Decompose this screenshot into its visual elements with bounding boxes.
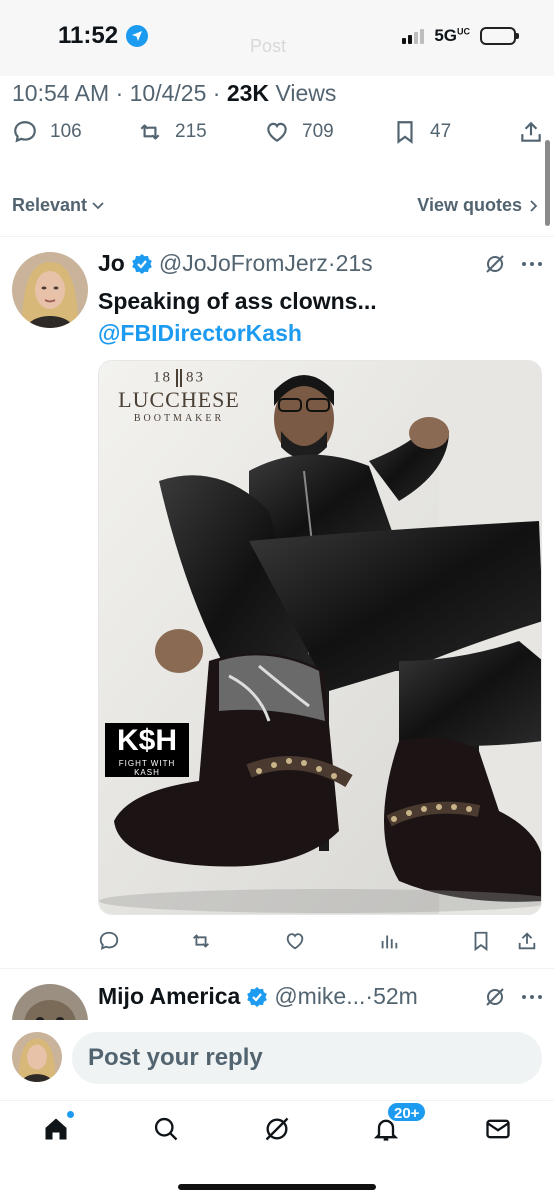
battery-icon xyxy=(480,27,519,45)
view-quotes-label: View quotes xyxy=(417,195,522,215)
location-arrow-icon xyxy=(126,25,149,47)
repost-count: 215 xyxy=(175,121,207,142)
header-actions xyxy=(484,253,544,275)
bookmark-count: 47 xyxy=(430,121,452,142)
author-handle[interactable]: @JoJoFromJerz xyxy=(159,250,328,277)
divider xyxy=(0,236,554,237)
post-meta: 10:54 AM · 10/4/25 · 23K Views xyxy=(12,80,336,107)
home-icon xyxy=(45,1118,67,1140)
post-date: 10/4/25 xyxy=(129,80,207,106)
reply-icon xyxy=(14,121,36,143)
separator: · xyxy=(115,80,124,106)
status-indicators: 5GUC xyxy=(402,26,519,46)
status-bar: 11:52 Post 5GUC xyxy=(0,0,554,76)
author-name[interactable]: Jo xyxy=(98,250,125,277)
fight-with-kash-logo: K$H FIGHT WITH KASH xyxy=(105,723,189,777)
bookmark-icon xyxy=(474,931,488,952)
tab-messages[interactable] xyxy=(478,1109,518,1149)
reply-count: 106 xyxy=(50,121,82,142)
brand-logo: 18 83 LUCCHESE BOOTMAKER xyxy=(118,369,240,424)
tab-home[interactable] xyxy=(36,1109,76,1149)
tab-grok[interactable] xyxy=(257,1109,297,1149)
post-age: 21s xyxy=(335,250,373,276)
reply-header: Mijo America @mike... · 52m xyxy=(98,983,544,1010)
post-age: 52m xyxy=(373,983,418,1009)
post-time: 10:54 AM xyxy=(12,80,110,106)
share-button[interactable] xyxy=(516,930,538,957)
header-actions xyxy=(484,986,544,1008)
signal-icon xyxy=(402,28,425,44)
divider xyxy=(0,968,554,969)
like-count: 709 xyxy=(302,121,334,142)
network-type: 5GUC xyxy=(434,26,470,45)
sort-label: Relevant xyxy=(12,195,88,215)
faded-page-title: Post xyxy=(250,36,287,56)
bookmark-button[interactable] xyxy=(470,930,492,957)
own-avatar[interactable] xyxy=(12,1032,62,1082)
reply-action-bar xyxy=(98,930,544,954)
mail-icon xyxy=(486,1119,510,1139)
unread-dot xyxy=(67,1111,74,1118)
repost-button[interactable]: 215 xyxy=(137,119,207,145)
repost-button[interactable] xyxy=(190,930,212,957)
share-icon xyxy=(518,932,536,950)
separator: · xyxy=(212,80,221,106)
view-quotes-link[interactable]: View quotes xyxy=(417,195,540,216)
views-label: Views xyxy=(275,80,337,106)
status-time: 11:52 xyxy=(58,22,119,49)
separator: · xyxy=(327,250,336,276)
repost-icon xyxy=(193,934,209,948)
views-button[interactable] xyxy=(378,930,400,957)
reply-media-image[interactable]: 18 83 LUCCHESE BOOTMAKER K$H FIGHT WITH K… xyxy=(98,360,542,915)
author-handle[interactable]: @mike... xyxy=(274,983,365,1010)
share-icon xyxy=(521,121,541,142)
more-options-icon[interactable] xyxy=(520,986,544,1008)
mention-link[interactable]: @FBIDirectorKash xyxy=(98,317,377,349)
reply-input[interactable]: Post your reply xyxy=(72,1032,542,1084)
reply-header: Jo @JoJoFromJerz · 21s xyxy=(98,250,544,277)
more-options-icon[interactable] xyxy=(520,253,544,275)
verified-badge-icon xyxy=(131,253,153,275)
repost-icon xyxy=(140,124,160,140)
avatar[interactable] xyxy=(12,252,88,328)
like-button[interactable] xyxy=(284,930,306,957)
analytics-icon xyxy=(381,935,398,949)
scrollbar[interactable] xyxy=(545,140,550,226)
chevron-right-icon xyxy=(530,199,538,212)
bookmark-button[interactable]: 47 xyxy=(392,119,451,145)
heart-icon xyxy=(267,122,287,142)
reply-text: Speaking of ass clowns... @FBIDirectorKa… xyxy=(98,285,377,349)
home-indicator xyxy=(178,1184,376,1190)
grok-icon xyxy=(265,1117,289,1141)
separator: · xyxy=(365,983,374,1009)
author-name[interactable]: Mijo America xyxy=(98,983,240,1010)
reply-button[interactable]: 106 xyxy=(12,119,82,145)
notification-badge: 20+ xyxy=(386,1101,428,1123)
reply-body: Speaking of ass clowns... xyxy=(98,288,377,314)
grok-icon[interactable] xyxy=(484,986,506,1008)
search-icon xyxy=(154,1117,178,1141)
chevron-down-icon xyxy=(92,201,104,209)
reply-button[interactable] xyxy=(98,930,120,957)
verified-badge-icon xyxy=(246,986,268,1008)
status-time-group: 11:52 xyxy=(58,22,149,50)
sort-dropdown[interactable]: Relevant xyxy=(12,195,105,216)
heart-icon xyxy=(286,933,304,950)
bookmark-icon xyxy=(397,121,413,144)
reply-icon xyxy=(99,931,119,950)
view-count: 23K xyxy=(226,80,270,106)
tab-search[interactable] xyxy=(146,1109,186,1149)
like-button[interactable]: 709 xyxy=(264,119,334,145)
grok-icon[interactable] xyxy=(484,253,506,275)
share-button[interactable] xyxy=(518,119,544,145)
reply-composer: Post your reply xyxy=(0,1020,554,1098)
